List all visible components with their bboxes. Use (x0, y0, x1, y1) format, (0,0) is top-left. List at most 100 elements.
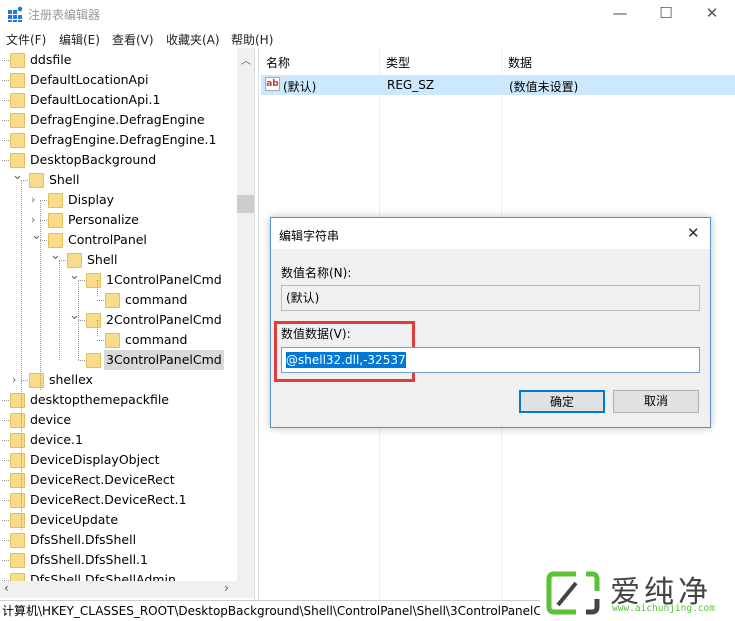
column-header-type[interactable]: 类型 (386, 54, 410, 71)
folder-icon (86, 353, 101, 368)
tree-item-label: ControlPanel (68, 232, 147, 247)
tree-connector (2, 480, 9, 481)
tree-item-label: device (30, 412, 72, 427)
watermark-logo: 爱纯净 www.aichunjing.com (540, 565, 735, 617)
scroll-up-icon[interactable]: ︿ (241, 52, 251, 67)
tree-item[interactable]: DefaultLocationApi (0, 70, 237, 90)
tree-vertical-scrollbar[interactable]: ︿ (237, 48, 254, 581)
tree-item[interactable]: DeviceRect.DeviceRect (0, 470, 237, 490)
tree-item[interactable]: DfsShell.DfsShell.1 (0, 550, 237, 570)
dialog-title: 编辑字符串 (279, 229, 340, 243)
tree-item[interactable]: command (0, 290, 237, 310)
ok-button[interactable]: 确定 (519, 390, 605, 413)
tree-item[interactable]: device.1 (0, 430, 237, 450)
tree-item[interactable]: › Display (0, 190, 237, 210)
tree-item-label: Personalize (68, 212, 139, 227)
tree-connector (21, 380, 28, 381)
tree-item-label: Shell (87, 252, 118, 267)
chevron-right-icon[interactable]: › (12, 370, 16, 390)
tree-connector (40, 220, 47, 221)
tree-connector (2, 540, 9, 541)
folder-icon (105, 293, 120, 308)
tree-item-label: command (125, 292, 188, 307)
folder-icon (10, 513, 25, 528)
scroll-thumb[interactable] (237, 195, 254, 213)
menu-view[interactable]: 查看(V) (112, 31, 154, 48)
dialog-close-button[interactable]: ✕ (687, 224, 700, 242)
tree-item[interactable]: › shellex (0, 370, 237, 390)
tree-connector (2, 520, 9, 521)
folder-icon (10, 93, 25, 108)
tree-connector (40, 200, 47, 201)
tree-connector (21, 180, 22, 530)
registry-tree[interactable]: ddsfile DefaultLocationApi DefaultLocation… (0, 48, 255, 600)
tree-item[interactable]: DefragEngine.DefragEngine (0, 110, 237, 130)
tree-item-label: 1ControlPanelCmd (106, 272, 222, 287)
value-row[interactable]: ab (默认) REG_SZ (数值未设置) (261, 75, 735, 95)
string-value-icon: ab (265, 77, 280, 91)
tree-item[interactable]: ⌄ 2ControlPanelCmd (0, 308, 237, 330)
title-bar: 注册表编辑器 — ☐ ✕ (0, 0, 735, 28)
chevron-right-icon[interactable]: › (31, 190, 35, 210)
tree-item-label: shellex (49, 372, 93, 387)
tree-item[interactable]: ⌄ Shell (0, 168, 237, 190)
scroll-right-icon[interactable]: › (224, 581, 229, 595)
tree-item-label: DefragEngine.DefragEngine.1 (30, 132, 217, 147)
tree-item-label: DfsShell.DfsShell.1 (30, 552, 148, 567)
tree-item[interactable]: DfsShell.DfsShell (0, 530, 237, 550)
tree-item[interactable]: DeviceRect.DeviceRect.1 (0, 490, 237, 510)
menu-help[interactable]: 帮助(H) (231, 31, 273, 48)
edit-string-dialog: 编辑字符串 ✕ 数值名称(N): (默认) 数值数据(V): @shell32.… (270, 217, 711, 428)
tree-item[interactable]: DefragEngine.DefragEngine.1 (0, 130, 237, 150)
tree-item-label: DeviceDisplayObject (30, 452, 160, 467)
column-header-data[interactable]: 数据 (508, 54, 532, 71)
folder-icon (10, 73, 25, 88)
tree-item[interactable]: command (0, 330, 237, 350)
value-data-input[interactable]: @shell32.dll,-32537 (281, 347, 700, 373)
tree-item[interactable]: device (0, 410, 237, 430)
menu-edit[interactable]: 编辑(E) (59, 31, 100, 48)
tree-item[interactable]: ⌄ ControlPanel (0, 228, 237, 250)
tree-connector (97, 300, 104, 301)
watermark-url: www.aichunjing.com (612, 603, 715, 614)
tree-connector (2, 460, 9, 461)
tree-item-label: DefaultLocationApi (30, 72, 149, 87)
tree-connector (2, 100, 9, 101)
tree-connector (40, 240, 47, 241)
cancel-button[interactable]: 取消 (613, 390, 699, 413)
tree-item[interactable]: desktopthemepackfile (0, 390, 237, 410)
tree-item[interactable]: DeviceUpdate (0, 510, 237, 530)
value-data-selected-text: @shell32.dll,-32537 (286, 352, 406, 368)
tree-horizontal-scrollbar[interactable]: ‹ › (0, 581, 254, 598)
menu-file[interactable]: 文件(F) (6, 31, 46, 48)
close-button[interactable]: ✕ (689, 0, 735, 28)
tree-item-label: DeviceRect.DeviceRect (30, 472, 175, 487)
tree-item[interactable]: 3ControlPanelCmd (0, 350, 237, 370)
tree-connector (2, 60, 9, 61)
tree-item[interactable]: DeviceDisplayObject (0, 450, 237, 470)
tree-item[interactable]: ddsfile (0, 50, 237, 70)
folder-icon (10, 533, 25, 548)
folder-icon (10, 493, 25, 508)
tree-item-label: Shell (49, 172, 80, 187)
tree-item-label: 2ControlPanelCmd (106, 312, 222, 327)
folder-icon (10, 553, 25, 568)
tree-item[interactable]: ⌄ 1ControlPanelCmd (0, 268, 237, 290)
value-name: (默认) (283, 80, 317, 94)
tree-connector (21, 180, 28, 181)
tree-item-label: desktopthemepackfile (30, 392, 169, 407)
tree-connector (59, 260, 66, 261)
menu-favorites[interactable]: 收藏夹(A) (166, 31, 220, 48)
scroll-left-icon[interactable]: ‹ (4, 581, 9, 595)
folder-icon (105, 333, 120, 348)
tree-item[interactable]: ⌄ Shell (0, 248, 237, 270)
folder-icon (10, 133, 25, 148)
tree-connector (59, 260, 60, 360)
tree-connector (2, 420, 9, 421)
minimize-button[interactable]: — (597, 0, 643, 28)
tree-item[interactable]: DesktopBackground (0, 150, 237, 170)
maximize-button[interactable]: ☐ (643, 0, 689, 28)
column-header-name[interactable]: 名称 (266, 54, 290, 71)
tree-connector (2, 500, 9, 501)
tree-item[interactable]: DefaultLocationApi.1 (0, 90, 237, 110)
